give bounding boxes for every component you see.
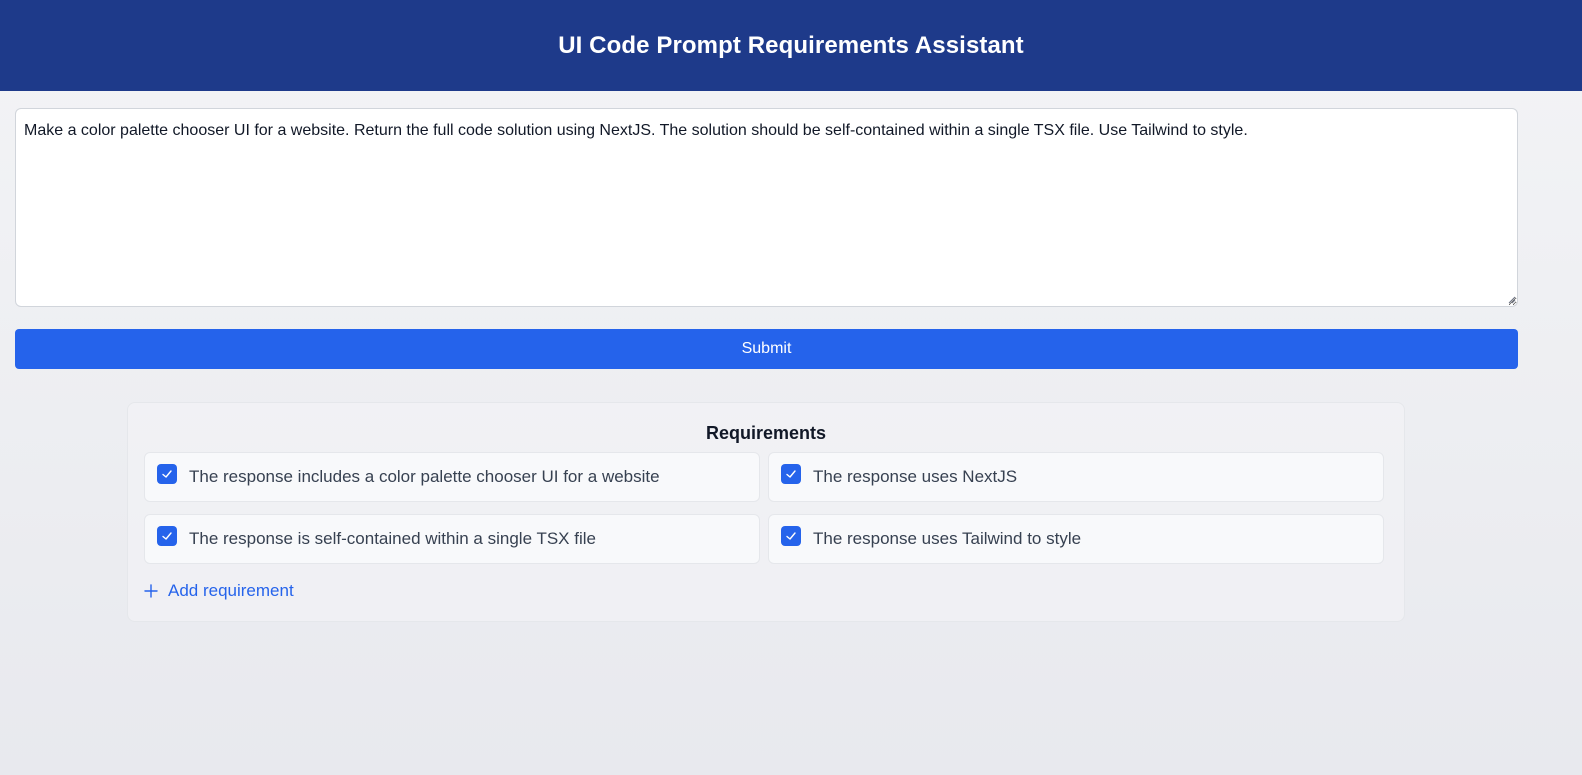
requirements-title: Requirements xyxy=(705,423,827,443)
requirement-label: The response uses NextJS xyxy=(813,467,1018,486)
requirement-item: The response uses NextJS xyxy=(768,452,1384,502)
requirement-label: The response includes a color palette ch… xyxy=(189,467,660,486)
check-icon xyxy=(162,470,172,478)
requirements-panel: Requirements The response includes a col… xyxy=(127,402,1405,622)
check-icon xyxy=(162,532,172,540)
submit-button[interactable]: Submit xyxy=(15,329,1518,369)
requirement-label: The response uses Tailwind to style xyxy=(813,529,1082,548)
check-icon xyxy=(786,470,796,478)
add-requirement-label: Add requirement xyxy=(168,581,294,600)
requirement-label: The response is self-contained within a … xyxy=(189,529,596,548)
app-header: UI Code Prompt Requirements Assistant xyxy=(0,0,1582,91)
requirement-item: The response includes a color palette ch… xyxy=(144,452,760,502)
add-requirement-button[interactable]: Add requirement xyxy=(144,581,294,601)
requirement-checkbox[interactable] xyxy=(781,526,801,546)
check-icon xyxy=(786,532,796,540)
requirement-item: The response is self-contained within a … xyxy=(144,514,760,564)
requirement-item: The response uses Tailwind to style xyxy=(768,514,1384,564)
requirement-checkbox[interactable] xyxy=(157,526,177,546)
requirement-checkbox[interactable] xyxy=(157,464,177,484)
plus-icon xyxy=(144,584,158,598)
requirement-checkbox[interactable] xyxy=(781,464,801,484)
prompt-input[interactable] xyxy=(15,108,1518,307)
page-title: UI Code Prompt Requirements Assistant xyxy=(558,31,1024,59)
